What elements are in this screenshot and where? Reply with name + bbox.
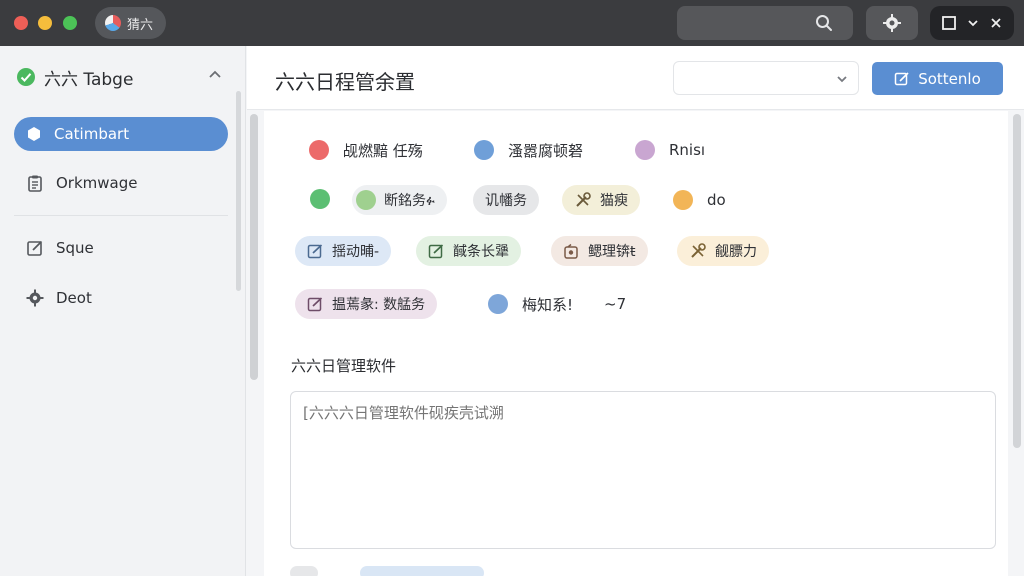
main-header: 六六日程管余置 Sottenlo bbox=[247, 46, 1024, 110]
primary-button-label: Sottenlo bbox=[918, 69, 981, 88]
chevron-down-icon bbox=[837, 76, 847, 83]
tag-label: 猫瘐 bbox=[600, 193, 628, 209]
hexagon-icon bbox=[28, 127, 40, 141]
legend-item[interactable]: 溞嚣腐顿砮 bbox=[474, 138, 583, 162]
titlebar-search[interactable] bbox=[677, 6, 853, 40]
sidebar-title: 六六 Tabge bbox=[44, 69, 134, 90]
tag-chip[interactable]: 馘条长犟 bbox=[416, 236, 521, 266]
color-dot-icon bbox=[673, 190, 693, 210]
sidebar-scrollbar[interactable] bbox=[236, 91, 241, 291]
page-title: 六六日程管余置 bbox=[275, 70, 415, 94]
legend-item[interactable]: Rnisı bbox=[635, 138, 705, 162]
app-logo-icon bbox=[105, 15, 121, 31]
tag-label: 鳃理锛ŧ bbox=[588, 244, 636, 260]
sidebar-item-label: Deot bbox=[56, 289, 92, 307]
tools-icon bbox=[691, 243, 706, 258]
content-scrollbar-left[interactable] bbox=[250, 114, 258, 380]
edit-icon bbox=[307, 243, 323, 258]
legend-label: Rnisı bbox=[669, 141, 706, 159]
color-dot-icon bbox=[488, 294, 508, 314]
close-window-button[interactable] bbox=[14, 16, 28, 30]
check-circle-icon bbox=[17, 68, 35, 86]
legend-item[interactable]: 梅知系! bbox=[488, 292, 573, 316]
zoom-window-button[interactable] bbox=[63, 16, 77, 30]
sidebar-item-label: Catimbart bbox=[54, 125, 130, 143]
tag-label: 揾蔫彖: 数艋务 bbox=[332, 297, 426, 313]
window-titlebar: 猜六 bbox=[0, 0, 1024, 46]
color-dot-icon bbox=[309, 140, 329, 160]
app-switcher-chip[interactable]: 猜六 bbox=[95, 7, 166, 39]
clipboard-icon bbox=[28, 175, 42, 192]
tag-label: 揺动晡- bbox=[332, 244, 380, 260]
tag-chip[interactable]: 讥幡务 bbox=[473, 185, 539, 215]
gear-icon bbox=[26, 289, 44, 307]
sidebar-item-label: Orkmwage bbox=[56, 174, 138, 192]
tag-chip[interactable]: 揾蔫彖: 数艋务 bbox=[295, 289, 438, 319]
close-icon[interactable] bbox=[990, 17, 1002, 29]
color-dot-icon bbox=[635, 140, 655, 160]
extensions-button[interactable] bbox=[866, 6, 918, 40]
tag-chip[interactable]: 鳃理锛ŧ bbox=[551, 236, 648, 266]
tag-chip[interactable]: 猫瘐 bbox=[562, 185, 640, 215]
edit-icon bbox=[27, 240, 43, 256]
chevron-down-icon[interactable] bbox=[967, 17, 979, 29]
tag-label: 断銘务ፉ bbox=[384, 193, 435, 209]
legend-label: do bbox=[707, 191, 726, 209]
sidebar: 六六 Tabge Catimbart Orkmwage Sque Deot bbox=[0, 46, 246, 576]
legend-item[interactable]: 觇燃黯 任殇 bbox=[309, 138, 423, 162]
sidebar-item-sque[interactable]: Sque bbox=[14, 231, 228, 265]
legend-label: 溞嚣腐顿砮 bbox=[508, 141, 584, 160]
minimize-window-button[interactable] bbox=[38, 16, 52, 30]
tag-label: 觎膘力 bbox=[715, 244, 757, 260]
sidebar-header[interactable]: 六六 Tabge bbox=[16, 66, 226, 90]
footer-chip[interactable] bbox=[360, 566, 484, 576]
window-square-icon[interactable] bbox=[941, 16, 956, 30]
editor-section-label: 六六日管理软件 bbox=[291, 357, 397, 375]
sidebar-item-orkmwage[interactable]: Orkmwage bbox=[14, 166, 228, 200]
tag-label: 馘条长犟 bbox=[453, 244, 509, 260]
legend-label: 觇燃黯 任殇 bbox=[343, 141, 423, 160]
tag-chip[interactable]: 觎膘力 bbox=[677, 236, 769, 266]
sidebar-item-catimbart[interactable]: Catimbart bbox=[14, 117, 228, 151]
chevron-up-icon[interactable] bbox=[208, 68, 222, 82]
sidebar-item-label: Sque bbox=[56, 239, 94, 257]
legend-label: 梅知系! bbox=[522, 295, 574, 314]
search-icon bbox=[816, 15, 832, 31]
legend-item[interactable]: do bbox=[673, 188, 726, 212]
sidebar-item-deot[interactable]: Deot bbox=[14, 281, 228, 315]
tag-icon bbox=[564, 243, 578, 259]
tools-icon bbox=[576, 192, 591, 207]
tag-label: 讥幡务 bbox=[485, 193, 527, 209]
extra-count: ~7 bbox=[604, 295, 627, 313]
gear-icon bbox=[883, 14, 901, 32]
footer-control[interactable] bbox=[290, 566, 318, 576]
edit-icon bbox=[428, 243, 444, 258]
color-dot-icon bbox=[356, 190, 376, 210]
content-scrollbar-right[interactable] bbox=[1013, 114, 1021, 448]
sidebar-divider bbox=[14, 215, 228, 216]
app-chip-label: 猜六 bbox=[127, 17, 154, 33]
color-dot-icon bbox=[474, 140, 494, 160]
tag-chip[interactable]: 断銘务ፉ bbox=[352, 185, 447, 215]
notes-textarea[interactable] bbox=[290, 391, 996, 549]
tag-chip[interactable]: 揺动晡- bbox=[295, 236, 392, 266]
color-dot-icon[interactable] bbox=[310, 189, 330, 209]
window-controls bbox=[930, 6, 1014, 40]
edit-icon bbox=[894, 71, 909, 85]
primary-action-button[interactable]: Sottenlo bbox=[872, 62, 1003, 95]
edit-icon bbox=[307, 296, 323, 311]
filter-dropdown[interactable] bbox=[673, 61, 859, 95]
